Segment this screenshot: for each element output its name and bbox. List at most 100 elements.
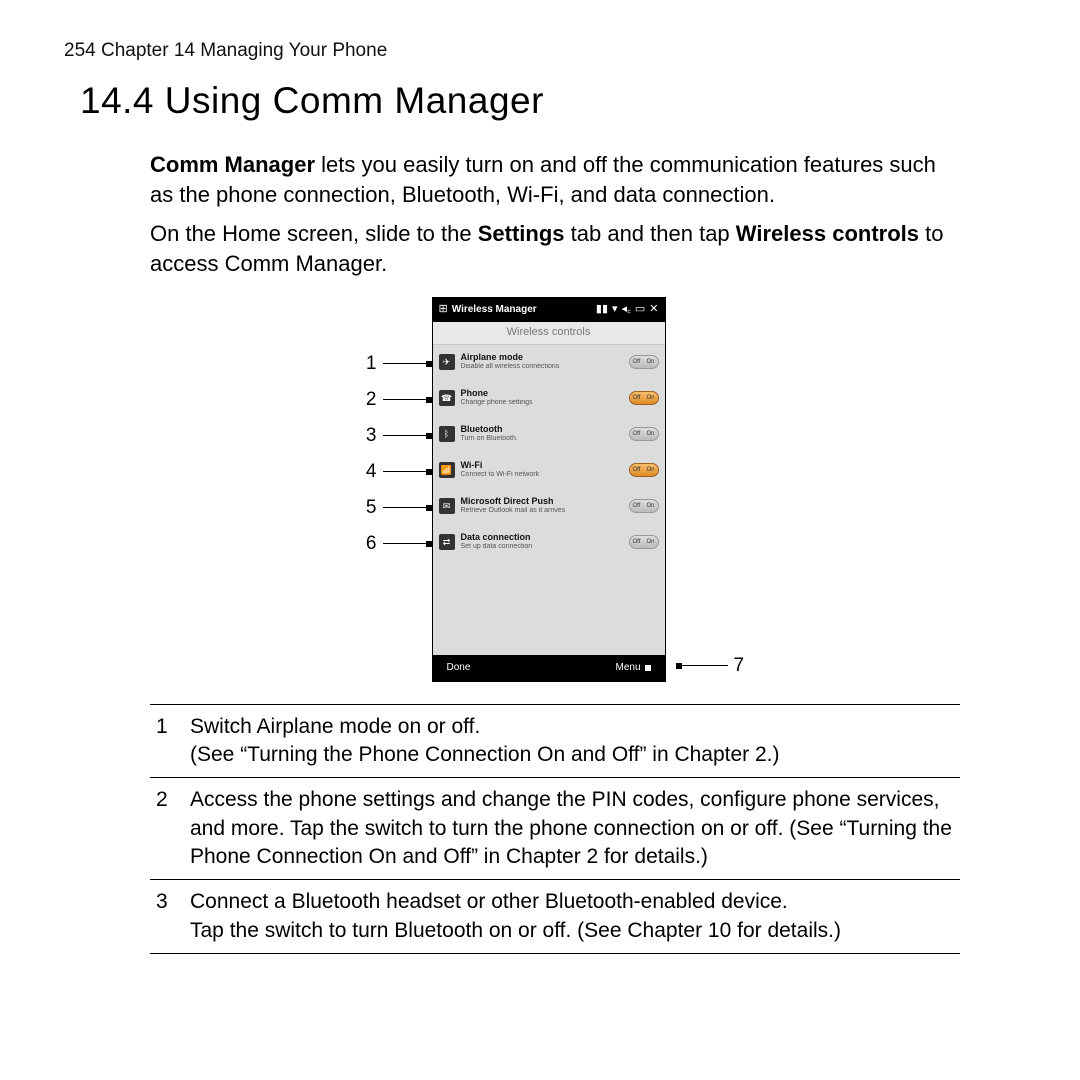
callout-line xyxy=(383,435,429,436)
item-desc: Disable all wireless connections xyxy=(461,363,629,371)
list-item-wifi[interactable]: 📶 Wi-FiConnect to Wi-Fi network Off On xyxy=(433,453,665,489)
toggle-bluetooth[interactable]: Off On xyxy=(629,427,659,441)
callout-num-7: 7 xyxy=(734,653,750,679)
callout-line xyxy=(383,471,429,472)
list-item-data[interactable]: ⇄ Data connectionSet up data connection … xyxy=(433,525,665,561)
legend-table: 1 Switch Airplane mode on or off. (See “… xyxy=(150,704,960,954)
softkey-menu[interactable]: Menu xyxy=(615,661,640,675)
softkey-bar: Done Menu xyxy=(433,655,665,681)
callout-num-1: 1 xyxy=(361,351,377,377)
wireless-list: ✈ Airplane modeDisable all wireless conn… xyxy=(433,345,665,561)
status-title: Wireless Manager xyxy=(452,303,537,317)
term-settings: Settings xyxy=(478,221,565,246)
figure: 1 2 3 4 5 6 ⊞ Wireless Manager xyxy=(150,297,960,682)
close-icon[interactable]: ✕ xyxy=(649,304,658,315)
intro-2c: tab and then tap xyxy=(565,221,736,246)
legend-num: 3 xyxy=(156,888,190,945)
manual-page: 254 Chapter 14 Managing Your Phone 14.4 … xyxy=(0,0,1080,994)
callout-num-5: 5 xyxy=(361,495,377,521)
legend-text: Access the phone settings and change the… xyxy=(190,786,954,871)
intro-para-2: On the Home screen, slide to the Setting… xyxy=(150,219,960,278)
legend-num: 1 xyxy=(156,713,190,770)
data-connection-icon: ⇄ xyxy=(439,534,455,550)
windows-flag-icon: ⊞ xyxy=(439,304,448,315)
toggle-on-label: On xyxy=(646,502,654,510)
intro-2a: On the Home screen, slide to the xyxy=(150,221,478,246)
speaker-icon: ◂꜀ xyxy=(622,304,631,315)
toggle-off-label: Off xyxy=(633,394,641,402)
callout-line xyxy=(383,399,429,400)
toggle-phone[interactable]: Off On xyxy=(629,391,659,405)
callouts-left: 1 2 3 4 5 6 xyxy=(361,297,432,682)
callout-line xyxy=(682,665,728,666)
item-title: Wi-Fi xyxy=(461,461,629,471)
callout-line xyxy=(383,543,429,544)
toggle-on-label: On xyxy=(646,466,654,474)
status-bar: ⊞ Wireless Manager ▮▮ ▾ ◂꜀ ▭ ✕ xyxy=(433,298,665,322)
callout-1: 1 xyxy=(361,346,432,382)
toggle-off-label: Off xyxy=(633,358,641,366)
callout-line xyxy=(383,507,429,508)
item-title: Microsoft Direct Push xyxy=(461,497,629,507)
callout-num-3: 3 xyxy=(361,423,377,449)
callouts-right: 7 xyxy=(676,297,750,682)
toggle-on-label: On xyxy=(646,394,654,402)
toggle-off-label: Off xyxy=(633,538,641,546)
toggle-off-label: Off xyxy=(633,466,641,474)
screen-subhead: Wireless controls xyxy=(433,322,665,345)
callout-num-2: 2 xyxy=(361,387,377,413)
legend-row: 2 Access the phone settings and change t… xyxy=(150,778,960,880)
screen-blank-area xyxy=(433,561,665,655)
toggle-off-label: Off xyxy=(633,430,641,438)
legend-text: Switch Airplane mode on or off. (See “Tu… xyxy=(190,713,954,770)
softkey-done[interactable]: Done xyxy=(447,661,471,675)
list-item-direct-push[interactable]: ✉ Microsoft Direct PushRetrieve Outlook … xyxy=(433,489,665,525)
item-title: Phone xyxy=(461,389,629,399)
item-title: Bluetooth xyxy=(461,425,629,435)
legend-row: 1 Switch Airplane mode on or off. (See “… xyxy=(150,705,960,779)
item-title: Data connection xyxy=(461,533,629,543)
callout-4: 4 xyxy=(361,454,432,490)
phone-screenshot: ⊞ Wireless Manager ▮▮ ▾ ◂꜀ ▭ ✕ Wireless … xyxy=(432,297,666,682)
toggle-on-label: On xyxy=(646,358,654,366)
legend-text: Connect a Bluetooth headset or other Blu… xyxy=(190,888,954,945)
mail-sync-icon: ✉ xyxy=(439,498,455,514)
signal-icon: ▮▮ xyxy=(596,304,608,315)
toggle-wifi[interactable]: Off On xyxy=(629,463,659,477)
intro-para-1: Comm Manager lets you easily turn on and… xyxy=(150,150,960,209)
legend-row: 3 Connect a Bluetooth headset or other B… xyxy=(150,880,960,954)
signal-bars-icon: ▾ xyxy=(612,304,618,315)
callout-5: 5 xyxy=(361,490,432,526)
list-item-bluetooth[interactable]: ᛒ BluetoothTurn on Bluetooth. Off On xyxy=(433,417,665,453)
item-desc: Retrieve Outlook mail as it arrives xyxy=(461,507,629,515)
section-title: 14.4 Using Comm Manager xyxy=(80,80,1020,122)
battery-icon: ▭ xyxy=(635,304,645,315)
item-desc: Connect to Wi-Fi network xyxy=(461,471,629,479)
callout-num-6: 6 xyxy=(361,531,377,557)
toggle-off-label: Off xyxy=(633,502,641,510)
toggle-data[interactable]: Off On xyxy=(629,535,659,549)
item-desc: Change phone settings xyxy=(461,399,629,407)
airplane-icon: ✈ xyxy=(439,354,455,370)
term-comm-manager: Comm Manager xyxy=(150,152,315,177)
wifi-icon: 📶 xyxy=(439,462,455,478)
callout-2: 2 xyxy=(361,382,432,418)
item-desc: Set up data connection xyxy=(461,543,629,551)
list-item-airplane[interactable]: ✈ Airplane modeDisable all wireless conn… xyxy=(433,345,665,381)
callout-line xyxy=(383,363,429,364)
running-header: 254 Chapter 14 Managing Your Phone xyxy=(64,40,1020,62)
toggle-on-label: On xyxy=(646,430,654,438)
callout-3: 3 xyxy=(361,418,432,454)
bluetooth-icon: ᛒ xyxy=(439,426,455,442)
callout-num-4: 4 xyxy=(361,459,377,485)
toggle-on-label: On xyxy=(646,538,654,546)
callout-7: 7 xyxy=(676,653,750,679)
toggle-direct-push[interactable]: Off On xyxy=(629,499,659,513)
list-item-phone[interactable]: ☎ PhoneChange phone settings Off On xyxy=(433,381,665,417)
body-text: Comm Manager lets you easily turn on and… xyxy=(150,150,960,954)
menu-marker-icon xyxy=(645,665,651,671)
item-desc: Turn on Bluetooth. xyxy=(461,435,629,443)
phone-icon: ☎ xyxy=(439,390,455,406)
toggle-airplane[interactable]: Off On xyxy=(629,355,659,369)
legend-num: 2 xyxy=(156,786,190,871)
